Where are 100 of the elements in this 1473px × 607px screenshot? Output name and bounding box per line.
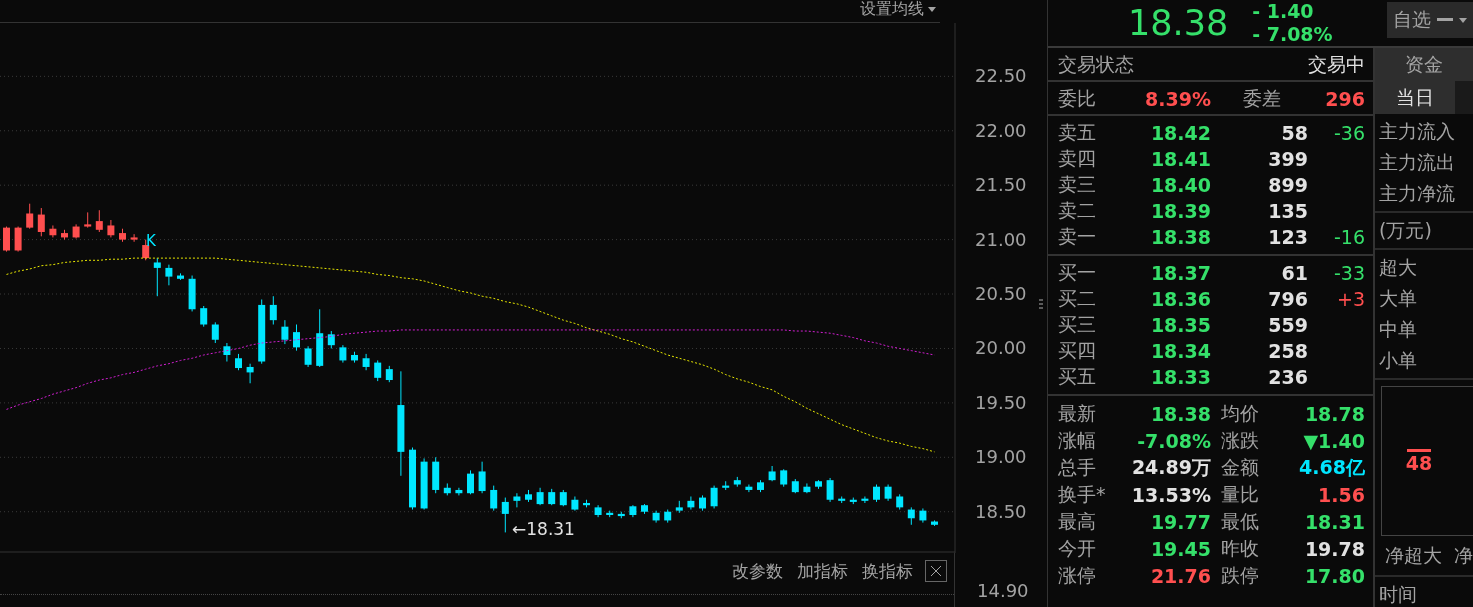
status-label: 交易状态: [1058, 52, 1135, 77]
fund-bar-value: 48: [1405, 451, 1433, 474]
axis-tick-label: 19.00: [975, 446, 1027, 468]
stat-label: 换手*: [1058, 481, 1107, 507]
moving-average-settings-menu[interactable]: 设置均线: [856, 0, 940, 24]
fund-bar: [1407, 448, 1431, 452]
candlestick: [745, 484, 753, 493]
stat-label: 昨收: [1220, 535, 1260, 561]
stat-label: 今开: [1058, 535, 1097, 561]
stat-value: 19.45: [1149, 537, 1211, 560]
order-level-label: 买一: [1058, 260, 1097, 285]
caret-icon: [928, 6, 936, 12]
stat-label: 跌停: [1220, 562, 1260, 588]
axis-tick-label: 18.50: [975, 500, 1027, 522]
order-volume: 135: [1267, 200, 1308, 222]
low-price-label: ←18.31: [512, 519, 575, 539]
candlestick: [455, 487, 463, 496]
price-change: - 1.40: [1252, 0, 1315, 23]
stat-value: 1.56: [1317, 483, 1365, 506]
stat-label: 涨停: [1058, 562, 1097, 588]
order-price: 18.36: [1149, 288, 1211, 310]
stat-value: 18.31: [1303, 510, 1365, 533]
flow-label: 主力净流: [1379, 181, 1456, 206]
order-level-label: 买五: [1058, 364, 1097, 389]
order-volume: 796: [1267, 288, 1308, 310]
order-volume: 258: [1267, 340, 1308, 362]
indicator-button[interactable]: 改参数: [730, 559, 785, 583]
order-size-label: 小单: [1379, 348, 1418, 373]
order-volume: 61: [1280, 262, 1308, 284]
stat-value: ▼1.40: [1302, 429, 1365, 452]
stat-value: -7.08%: [1136, 429, 1211, 452]
stat-value: 24.89万: [1130, 454, 1211, 480]
chart-marker: K: [146, 232, 156, 250]
order-change: +3: [1336, 288, 1365, 310]
order-size-label: 中单: [1379, 317, 1418, 342]
flow-label: 主力流出: [1379, 150, 1456, 175]
candlestick: [211, 321, 219, 344]
order-volume: 236: [1267, 366, 1308, 388]
order-volume: 559: [1267, 314, 1308, 336]
order-price: 18.33: [1149, 366, 1211, 388]
axis-tick-label: 19.50: [975, 391, 1027, 413]
order-volume: 899: [1267, 174, 1308, 196]
stat-label: 金额: [1220, 454, 1260, 480]
order-level-label: 卖三: [1058, 172, 1097, 197]
order-level-label: 卖四: [1058, 146, 1097, 171]
watchlist-button[interactable]: 自选: [1387, 2, 1473, 38]
axis-tick-label: 14.90: [977, 580, 1029, 601]
candlestick: [26, 203, 34, 230]
stat-value: 19.78: [1303, 537, 1365, 560]
order-level-label: 买二: [1058, 286, 1097, 311]
order-level-label: 卖五: [1058, 120, 1097, 145]
last-price: 18.38: [1128, 3, 1229, 43]
candlestick: [803, 482, 811, 494]
order-price: 18.34: [1149, 340, 1211, 362]
order-change: -33: [1332, 262, 1365, 284]
indicator-button[interactable]: 加指标: [795, 559, 850, 583]
close-button[interactable]: [925, 560, 947, 582]
indicator-button[interactable]: 换指标: [860, 559, 915, 583]
axis-tick-label: 22.50: [975, 65, 1027, 87]
order-change: -16: [1332, 226, 1365, 248]
order-level-label: 买三: [1058, 312, 1097, 337]
axis-tick-label: 20.50: [975, 283, 1027, 305]
order-volume: 399: [1267, 148, 1308, 170]
stat-label: 涨幅: [1058, 427, 1097, 453]
candlestick: [501, 497, 509, 533]
candlestick: [304, 345, 312, 368]
candlestick: [14, 226, 22, 253]
price-change-percent: - 7.08%: [1252, 23, 1333, 46]
stat-value: 21.76: [1149, 564, 1211, 587]
axis-tick-label: 22.00: [975, 119, 1027, 141]
stat-value: 4.68亿: [1298, 454, 1365, 480]
order-volume: 123: [1267, 226, 1308, 248]
candlestick: [200, 305, 208, 328]
order-change: -36: [1332, 122, 1365, 144]
stat-value: 13.53%: [1130, 483, 1211, 506]
axis-tick-label: 20.00: [975, 337, 1027, 359]
candlestick: [467, 469, 474, 495]
drag-handle-icon[interactable]: [1039, 298, 1043, 309]
stat-value: 18.38: [1149, 402, 1211, 425]
order-price: 18.37: [1149, 262, 1211, 284]
net-flow-label: 净超大: [1385, 543, 1442, 568]
candlestick: [293, 324, 300, 352]
order-price: 18.42: [1149, 122, 1211, 144]
order-level-label: 买四: [1058, 338, 1097, 363]
order-price: 18.38: [1149, 226, 1211, 248]
order-price: 18.40: [1149, 174, 1211, 196]
stat-label: 总手: [1058, 454, 1097, 480]
candlestick: [269, 295, 277, 326]
candlestick: [37, 207, 45, 237]
stat-label: 最高: [1058, 508, 1097, 534]
order-price: 18.41: [1149, 148, 1211, 170]
candlestick: [687, 495, 695, 511]
flow-label: 主力流入: [1379, 119, 1456, 144]
candlestick: [478, 461, 486, 494]
candlestick: [153, 257, 161, 297]
order-price: 18.39: [1149, 200, 1211, 222]
period-tab[interactable]: 当日: [1375, 81, 1455, 114]
order-level-label: 卖一: [1058, 224, 1097, 249]
candlestick: [710, 485, 718, 509]
stat-label: 最低: [1220, 508, 1260, 534]
